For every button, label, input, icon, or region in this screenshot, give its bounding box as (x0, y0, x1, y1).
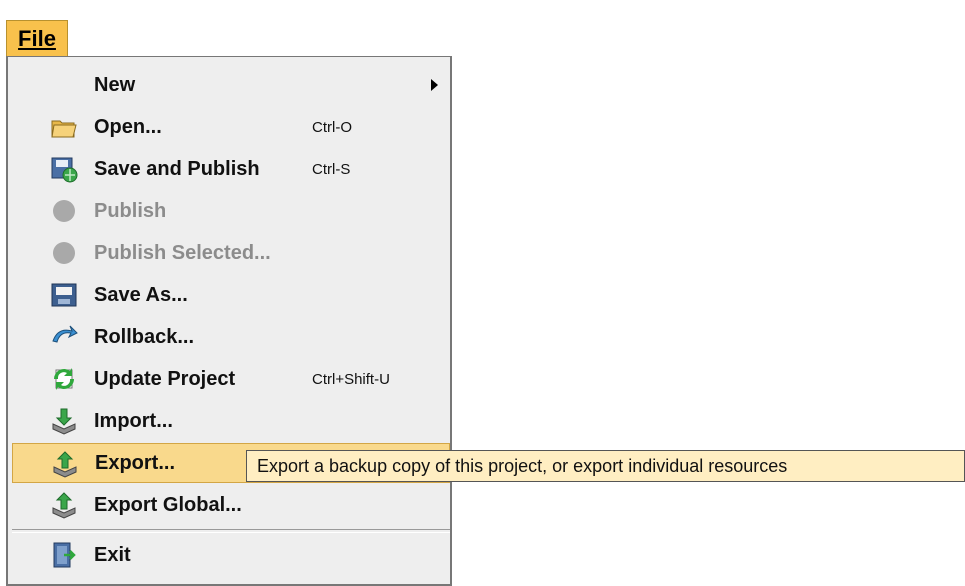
tooltip-text: Export a backup copy of this project, or… (257, 455, 788, 476)
disabled-circle-icon (53, 242, 75, 264)
menu-item-label: Publish Selected... (94, 241, 271, 264)
menu-file[interactable]: File (6, 20, 68, 58)
menu-item-save-and-publish[interactable]: Save and Publish Ctrl-S (12, 149, 450, 189)
menu-item-shortcut: Ctrl+Shift-U (312, 370, 390, 388)
menu-item-label: New (94, 73, 136, 96)
import-icon (52, 408, 76, 435)
menu-item-label: Save As... (94, 283, 188, 306)
menu-item-label: Open... (94, 115, 162, 138)
update-icon (54, 368, 74, 390)
menu-item-save-as[interactable]: Save As... (12, 275, 450, 315)
menu-item-open[interactable]: Open... Ctrl-O (12, 107, 450, 147)
menu-item-update-project[interactable]: Update Project Ctrl+Shift-U (12, 359, 450, 399)
folder-open-icon (51, 120, 77, 138)
menu-item-exit[interactable]: Exit (12, 535, 450, 575)
menu-file-label: File (18, 26, 56, 51)
menu-item-shortcut: Ctrl-S (312, 160, 351, 178)
menu-item-import[interactable]: Import... (12, 401, 450, 441)
file-menu-dropdown: New Open... Ctrl-O Save and Publish Ctrl… (6, 56, 452, 586)
menu-item-label: Save and Publish (94, 157, 260, 180)
export-icon (53, 451, 77, 478)
menu-item-label: Update Project (94, 367, 236, 390)
menu-item-rollback[interactable]: Rollback... (12, 317, 450, 357)
rollback-icon (52, 325, 78, 343)
menu-item-label: Exit (94, 543, 131, 566)
menu-separator (12, 529, 450, 533)
tooltip: Export a backup copy of this project, or… (246, 450, 965, 482)
menu-item-publish-selected: Publish Selected... (12, 233, 450, 273)
export-icon (52, 492, 76, 519)
submenu-arrow-icon (431, 79, 438, 91)
save-publish-icon (51, 157, 78, 183)
menu-item-label: Export Global... (94, 493, 242, 516)
menu-item-publish: Publish (12, 191, 450, 231)
menu-item-new[interactable]: New (12, 65, 450, 105)
menu-item-shortcut: Ctrl-O (312, 118, 352, 136)
menu-item-export-global[interactable]: Export Global... (12, 485, 450, 525)
menu-item-label: Publish (94, 199, 167, 222)
menu-item-label: Import... (94, 409, 173, 432)
menu-item-label: Rollback... (94, 325, 195, 348)
exit-icon (53, 542, 76, 568)
disabled-circle-icon (53, 200, 75, 222)
menu-item-label: Export... (95, 451, 176, 474)
save-as-icon (51, 283, 77, 307)
